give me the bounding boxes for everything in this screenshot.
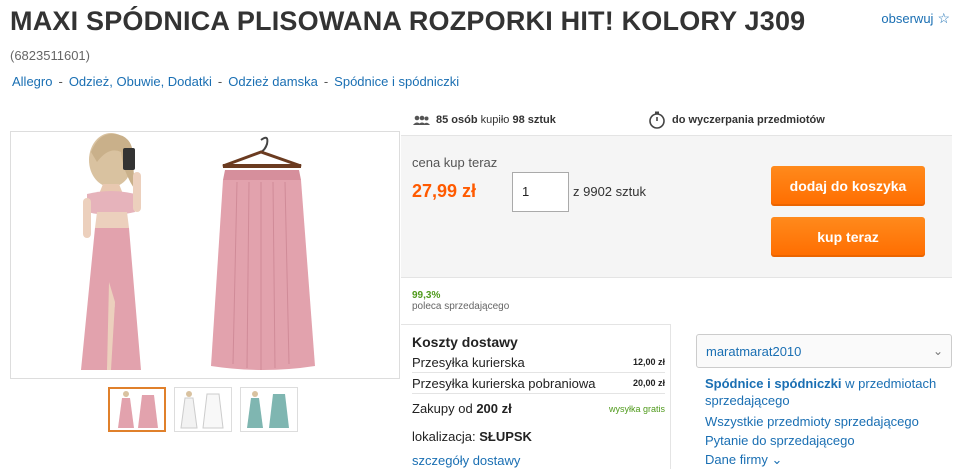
seller-rating: 99,3% poleca sprzedającego	[412, 290, 509, 312]
price-label: cena kup teraz	[412, 155, 498, 170]
availability-info: do wyczerpania przedmiotów	[648, 111, 825, 129]
shipping-price: 12,00 zł	[632, 357, 665, 367]
availability-text: do wyczerpania przedmiotów	[672, 114, 825, 126]
breadcrumb-separator: -	[58, 74, 63, 89]
stopwatch-icon	[649, 111, 665, 129]
quantity-input[interactable]: 1	[512, 172, 569, 212]
watch-label: obserwuj	[881, 11, 934, 26]
company-data-label: Dane firmy	[705, 452, 768, 467]
star-icon: ☆	[937, 10, 950, 26]
seller-links: Spódnice i spódniczki w przedmiotach spr…	[705, 375, 955, 468]
shipping-row: Przesyłka kurierska pobraniowa 20,00 zł	[412, 373, 665, 394]
pink-skirt-model-thumb-icon	[118, 391, 158, 428]
seller-name: maratmarat2010	[706, 343, 802, 359]
breadcrumb: Allegro - Odzież, Obuwie, Dodatki - Odzi…	[12, 74, 459, 89]
breadcrumb-womens[interactable]: Odzież damska	[228, 74, 318, 89]
seller-category-bold: Spódnice i spódniczki	[705, 376, 842, 391]
price: 27,99 zł	[412, 181, 477, 201]
chevron-down-icon: ⌄	[771, 452, 783, 467]
location: lokalizacja: SŁUPSK	[412, 429, 532, 444]
seller-category-link[interactable]: Spódnice i spódniczki w przedmiotach spr…	[705, 375, 955, 409]
people-icon	[413, 115, 430, 125]
model-figure	[81, 133, 141, 370]
sales-stats: 85 osób kupiło 98 sztuk do wyczerpania p…	[410, 108, 952, 132]
thumbnail-white[interactable]	[174, 387, 232, 432]
thumbnail-pink[interactable]	[108, 387, 166, 432]
location-label: lokalizacja:	[412, 429, 476, 444]
thumbnail-strip	[108, 387, 298, 432]
company-data-link[interactable]: Dane firmy ⌄	[705, 451, 955, 468]
buy-now-button[interactable]: kup teraz	[771, 217, 925, 257]
thumbnail-teal[interactable]	[240, 387, 298, 432]
add-to-cart-button[interactable]: dodaj do koszyka	[771, 166, 925, 206]
rating-percent: 99,3%	[412, 290, 441, 301]
shipping-title: Koszty dostawy	[412, 334, 518, 350]
buyers-info: 85 osób kupiło 98 sztuk	[412, 114, 556, 126]
buyers-count: 85 osób	[436, 114, 478, 126]
shipping-method: Przesyłka kurierska	[412, 354, 525, 370]
product-image[interactable]	[10, 131, 400, 379]
breadcrumb-allegro[interactable]: Allegro	[12, 74, 52, 89]
shipping-row: Przesyłka kurierska 12,00 zł	[412, 352, 665, 373]
free-shipping-prefix: Zakupy od	[412, 401, 473, 416]
breadcrumb-separator: -	[323, 74, 329, 89]
shipping-method: Przesyłka kurierska pobraniowa	[412, 375, 596, 391]
product-illustration	[81, 133, 315, 370]
free-shipping-label: wysyłka gratis	[608, 403, 665, 414]
breadcrumb-clothing[interactable]: Odzież, Obuwie, Dodatki	[69, 74, 212, 89]
ask-seller-link[interactable]: Pytanie do sprzedającego	[705, 432, 955, 449]
teal-skirt-thumb-icon	[247, 391, 289, 428]
hanger-skirt	[211, 136, 315, 370]
seller-all-items-link[interactable]: Wszystkie przedmioty sprzedającego	[705, 413, 955, 430]
free-shipping-amount: 200 zł	[476, 401, 512, 416]
stock-count: z 9902 sztuk	[573, 184, 646, 199]
product-title: MAXI SPÓDNICA PLISOWANA ROZPORKI HIT! KO…	[10, 6, 806, 36]
watch-link[interactable]: obserwuj ☆	[881, 10, 950, 27]
bought-text: kupiło	[480, 114, 510, 126]
breadcrumb-separator: -	[217, 74, 223, 89]
shipping-price: 20,00 zł	[632, 378, 665, 388]
breadcrumb-skirts[interactable]: Spódnice i spódniczki	[334, 74, 459, 89]
shipping-details-link[interactable]: szczegóły dostawy	[412, 453, 520, 468]
shipping-costs: Koszty dostawy Przesyłka kurierska 12,00…	[401, 324, 671, 469]
seller-dropdown[interactable]: maratmarat2010 ⌄	[696, 334, 952, 368]
white-skirt-thumb-icon	[180, 391, 224, 429]
rating-label: poleca sprzedającego	[412, 301, 510, 312]
units-count: 98 sztuk	[512, 114, 556, 126]
buy-box: cena kup teraz 27,99 zł 1 z 9902 sztuk d…	[401, 135, 952, 278]
item-id: (6823511601)	[10, 48, 90, 63]
location-value: SŁUPSK	[479, 429, 532, 444]
free-shipping-row: Zakupy od 200 zł wysyłka gratis	[412, 401, 665, 416]
chevron-down-icon: ⌄	[932, 344, 943, 358]
